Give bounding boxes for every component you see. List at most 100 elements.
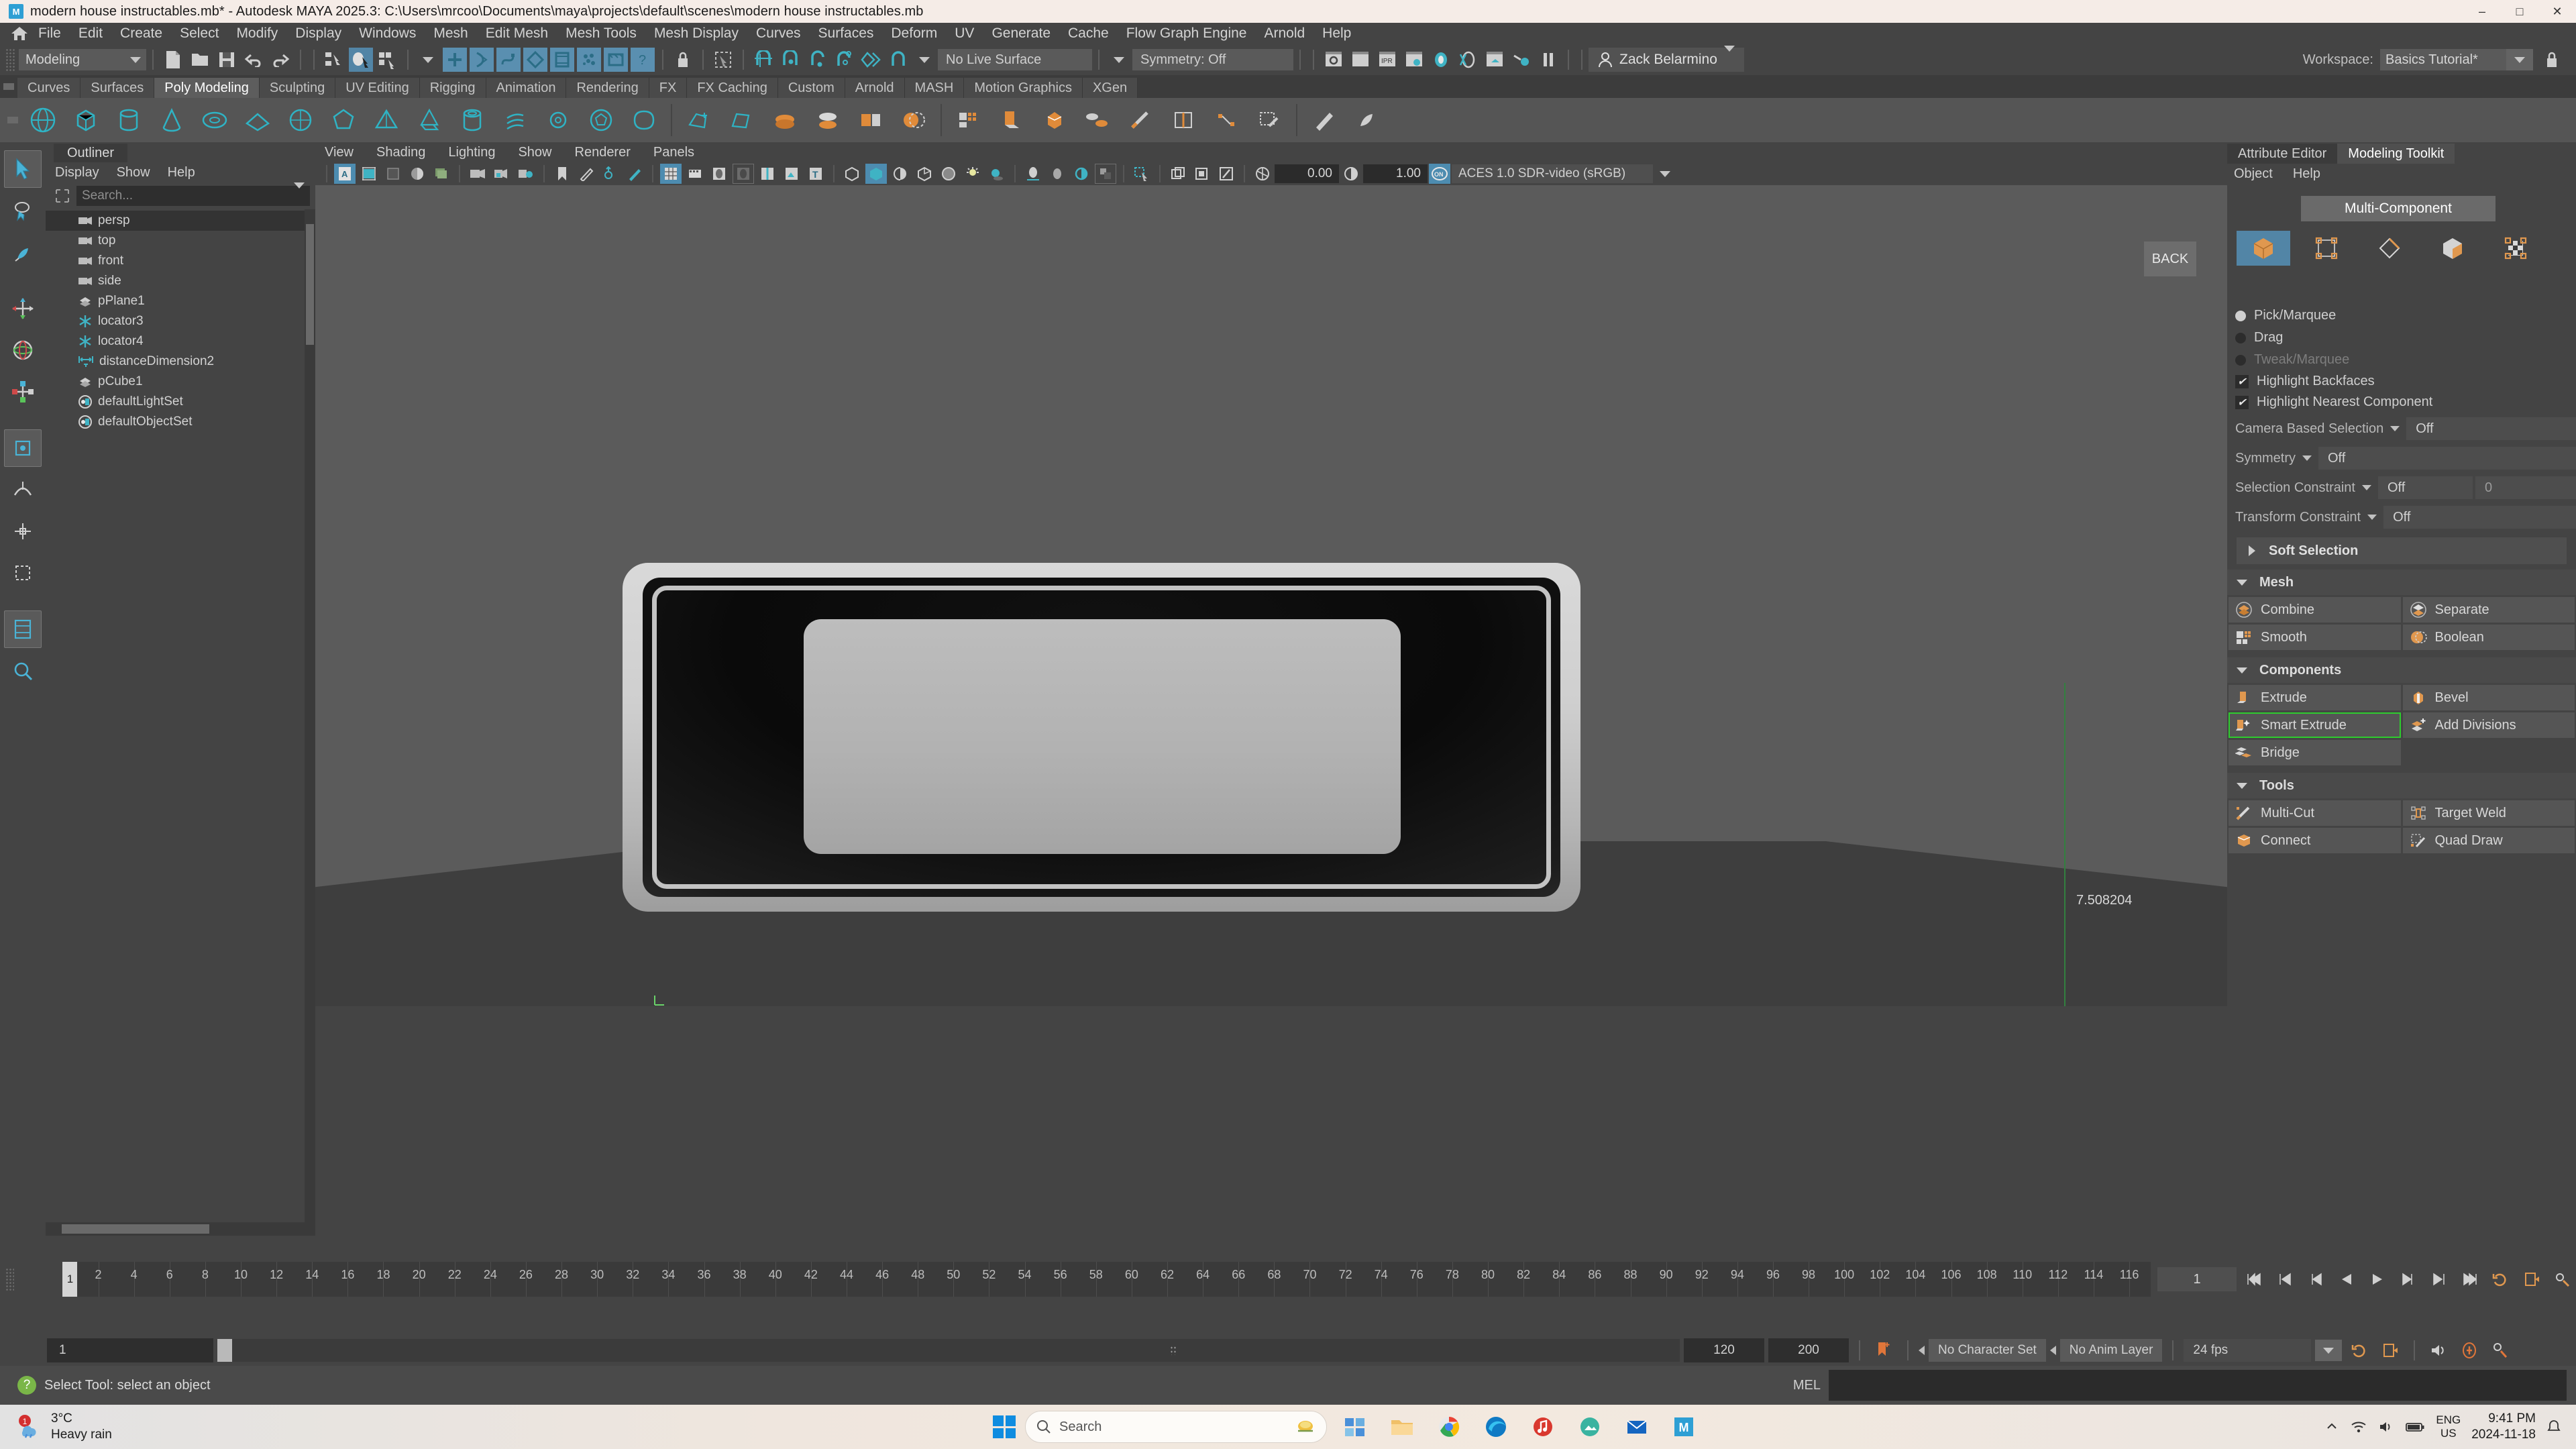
shelf-tab-arnold[interactable]: Arnold	[845, 78, 905, 98]
chevron-down-icon[interactable]	[2367, 515, 2377, 520]
shelf-tab-sculpting[interactable]: Sculpting	[259, 78, 336, 98]
shelf-tab-rigging[interactable]: Rigging	[419, 78, 486, 98]
scrollbar-thumb[interactable]	[62, 1224, 209, 1234]
quad-draw-shelf-icon[interactable]	[1249, 101, 1289, 140]
polygon-helix-icon[interactable]	[495, 101, 535, 140]
move-tool-icon[interactable]	[4, 290, 42, 327]
menu-display[interactable]: Display	[286, 23, 350, 44]
volume-icon[interactable]	[2378, 1419, 2394, 1434]
gate-mask-icon[interactable]	[407, 164, 428, 184]
time-slider-ruler[interactable]: 1 2 4 6 8 10 12 14 16 18 20 22 24 26 28 30 32 34 36 38 40 42…	[62, 1262, 2151, 1297]
extrude-shelf-icon[interactable]	[991, 101, 1032, 140]
shelf-tab-uv-editing[interactable]: UV Editing	[335, 78, 420, 98]
menu-help[interactable]: Help	[1313, 23, 1360, 44]
smooth-shelf-icon[interactable]	[949, 101, 989, 140]
viewport-3d-canvas[interactable]: BACK 7.508204	[315, 185, 2227, 1049]
outliner-search-input[interactable]: Search...	[76, 182, 310, 206]
smooth-button[interactable]: Smooth	[2229, 625, 2401, 650]
select-handle-mask-icon[interactable]	[443, 48, 467, 72]
color-management-toggle-icon[interactable]: ON	[1429, 164, 1450, 184]
bookmark-icon[interactable]	[1870, 1338, 1897, 1363]
shadows-icon[interactable]	[986, 164, 1008, 184]
outliner-item-persp[interactable]: persp	[46, 211, 315, 231]
tab-modeling-toolkit[interactable]: Modeling Toolkit	[2337, 144, 2455, 164]
select-joint-mask-icon[interactable]	[470, 48, 494, 72]
viewport-menu-lighting[interactable]: Lighting	[448, 145, 495, 160]
taskbar-search[interactable]: Search	[1025, 1411, 1327, 1443]
xray-active-components-icon[interactable]	[914, 164, 935, 184]
grease-pencil-icon[interactable]	[576, 164, 597, 184]
windows-start-icon[interactable]	[993, 1415, 1016, 1438]
menu-edit[interactable]: Edit	[70, 23, 111, 44]
menu-deform[interactable]: Deform	[882, 23, 946, 44]
outliner-tab[interactable]: Outliner	[54, 144, 128, 162]
viewport-menu-panels[interactable]: Panels	[653, 145, 694, 160]
select-curve-mask-icon[interactable]	[496, 48, 521, 72]
shelf-tab-fx-caching[interactable]: FX Caching	[687, 78, 778, 98]
option-symmetry[interactable]: Symmetry Off	[2227, 445, 2576, 472]
menu-modify[interactable]: Modify	[227, 23, 286, 44]
chevron-down-icon[interactable]	[2390, 426, 2400, 431]
xray-mode-icon[interactable]	[841, 164, 863, 184]
file-explorer-icon[interactable]	[1383, 1408, 1421, 1446]
wireframe-on-shaded-toggle-icon[interactable]	[757, 164, 778, 184]
select-rendering-mask-icon[interactable]	[604, 48, 628, 72]
render-view-icon[interactable]	[1456, 48, 1480, 72]
menu-windows[interactable]: Windows	[350, 23, 425, 44]
sculpt-tool-shelf-icon[interactable]	[1304, 101, 1344, 140]
shelf-grip[interactable]	[0, 75, 17, 98]
range-bar-grip[interactable]	[1170, 1346, 1177, 1355]
edge-icon[interactable]	[1477, 1408, 1515, 1446]
minimize-button[interactable]: –	[2463, 0, 2501, 23]
option-value[interactable]: Off	[2383, 506, 2576, 529]
vertex-mode-icon[interactable]	[2300, 231, 2353, 266]
go-to-end-icon[interactable]	[2457, 1267, 2483, 1292]
use-all-lights-icon[interactable]	[962, 164, 983, 184]
shelf-tab-animation[interactable]: Animation	[486, 78, 567, 98]
help-icon[interactable]: ?	[17, 1376, 36, 1395]
render-sequence-icon[interactable]	[1483, 48, 1507, 72]
snapshot-icon[interactable]	[1167, 164, 1189, 184]
make-live-icon[interactable]	[885, 48, 910, 72]
character-set-field[interactable]: No Character Set	[1929, 1339, 2046, 1362]
separate-shelf-icon[interactable]	[808, 101, 848, 140]
smooth-shade-all-icon[interactable]	[708, 164, 730, 184]
viewport-menu-view[interactable]: View	[325, 145, 354, 160]
grease-pencil-pen-icon[interactable]	[624, 164, 645, 184]
film-strip-icon[interactable]	[684, 164, 706, 184]
option-extra-value[interactable]: 0	[2475, 476, 2576, 499]
shelf-tab-surfaces[interactable]: Surfaces	[80, 78, 155, 98]
animation-end-time-field[interactable]: 200	[1768, 1338, 1849, 1362]
playback-loop-icon[interactable]	[2487, 1267, 2514, 1292]
play-forwards-icon[interactable]	[2364, 1267, 2391, 1292]
viewport-menu-renderer[interactable]: Renderer	[575, 145, 631, 160]
gamma-value[interactable]: 1.00	[1363, 164, 1428, 183]
auto-key-button-icon[interactable]	[2456, 1338, 2483, 1363]
menu-curves[interactable]: Curves	[747, 23, 810, 44]
polygon-gear-icon[interactable]	[538, 101, 578, 140]
photos-icon[interactable]	[1571, 1408, 1609, 1446]
chevron-down-icon[interactable]	[416, 48, 440, 72]
grease-pencil-frame-icon[interactable]	[600, 164, 621, 184]
zoom-tool-icon[interactable]	[4, 652, 42, 690]
battery-icon[interactable]	[2405, 1420, 2425, 1434]
use-default-material-icon[interactable]: T	[805, 164, 826, 184]
character-set-prev-icon[interactable]	[1919, 1346, 1925, 1355]
outliner-menu-help[interactable]: Help	[168, 165, 195, 180]
polygon-pyramid-icon[interactable]	[366, 101, 407, 140]
polygon-super-ellipse-icon[interactable]	[624, 101, 664, 140]
redo-icon[interactable]	[268, 48, 292, 72]
section-header-components[interactable]: Components	[2227, 657, 2576, 683]
lasso-select-tool-icon[interactable]	[4, 192, 42, 229]
viewport-menu-shading[interactable]: Shading	[376, 145, 425, 160]
polygon-cylinder-icon[interactable]	[109, 101, 149, 140]
undo-icon[interactable]	[241, 48, 266, 72]
shaded-mode-icon[interactable]	[865, 164, 887, 184]
face-mode-icon[interactable]	[2426, 231, 2479, 266]
right-panel-menu-help[interactable]: Help	[2293, 166, 2320, 182]
outliner-item-defaultobjectset[interactable]: defaultObjectSet	[46, 412, 315, 432]
user-account-button[interactable]: Zack Belarmino	[1589, 46, 1744, 72]
snap-to-curve-icon[interactable]	[778, 48, 802, 72]
checkbox-highlight-backfaces[interactable]: ✔ Highlight Backfaces	[2227, 371, 2576, 392]
snap-to-view-planes-icon[interactable]	[859, 48, 883, 72]
